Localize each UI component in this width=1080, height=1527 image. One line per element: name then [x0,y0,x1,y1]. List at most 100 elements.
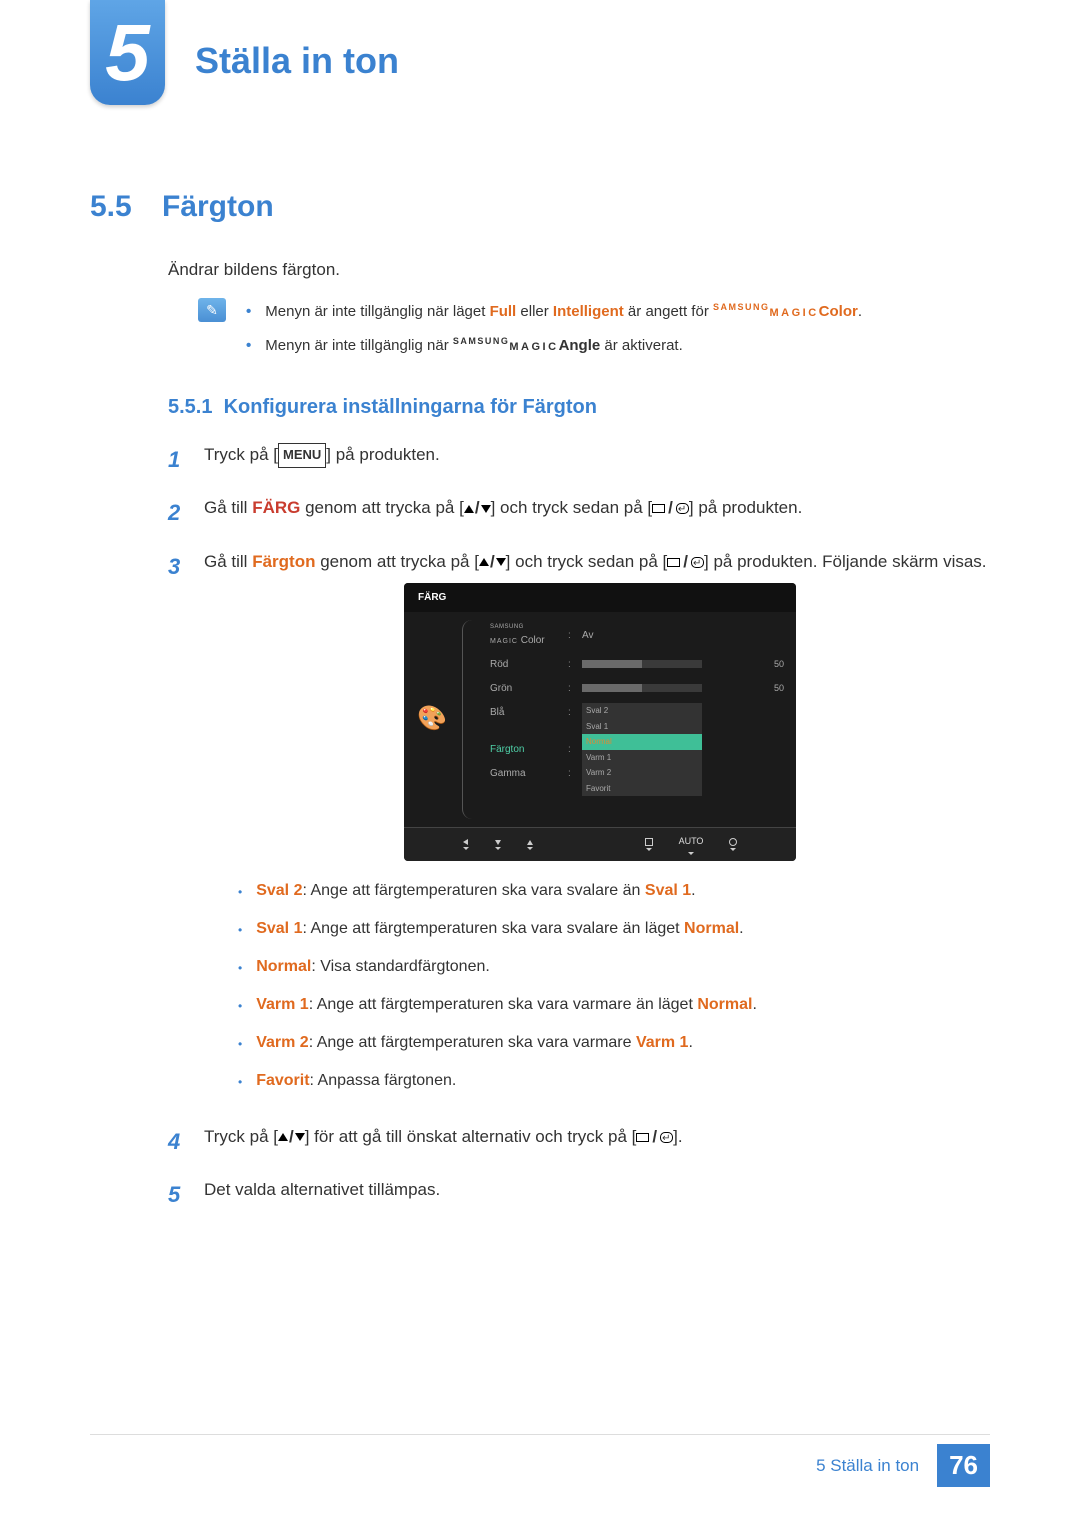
step-text: Det valda alternativet tillämpas. [204,1176,440,1213]
option-text: : Ange att färgtemperaturen ska vara var… [309,1034,636,1051]
note-text: . [858,303,862,320]
keyword-angle: Angle [559,337,601,354]
note-item: • Menyn är inte tillgänglig när läget Fu… [246,300,862,324]
osd-value: 50 [774,681,784,696]
keyword-color: Color [819,303,858,320]
enter-icon: / [667,548,704,577]
step-number: 5 [168,1176,188,1213]
step-text: ] och tryck sedan på [ [491,498,653,517]
option-item: •Varm 1: Ange att färgtemperaturen ska v… [238,993,987,1017]
option-ref: Normal [684,920,739,937]
step-text: genom att trycka på [ [300,498,463,517]
option-item: •Sval 2: Ange att färgtemperaturen ska v… [238,879,987,903]
note-text: Menyn är inte tillgänglig när läget [265,303,489,320]
osd-auto-label: AUTO [679,834,704,854]
osd-brand: SAMSUNG [490,622,560,632]
osd-option: Sval 1 [582,719,702,735]
section-title: Färgton [162,190,274,223]
note-text: eller [516,303,553,320]
note-block: ✎ • Menyn är inte tillgänglig när läget … [198,300,990,368]
option-text: : Ange att färgtemperaturen ska vara sva… [302,920,684,937]
osd-slider [582,684,702,692]
osd-source-icon [645,838,653,851]
osd-nav-up-icon [527,840,533,850]
step-2: 2 Gå till FÄRG genom att trycka på [/] o… [168,494,990,531]
note-text: är angett för [624,303,713,320]
option-item: •Varm 2: Ange att färgtemperaturen ska v… [238,1031,987,1055]
menu-button-label: MENU [278,443,326,467]
chapter-number-badge: 5 [90,0,165,105]
osd-label-text: Blå [490,704,560,721]
bullet-dot: • [246,334,251,358]
osd-label-text: Grön [490,680,560,697]
option-name: Varm 1 [256,996,308,1013]
enter-icon: / [636,1123,673,1152]
brand-samsung: SAMSUNG [713,302,770,312]
option-text: : Anpassa färgtonen. [310,1072,457,1089]
osd-option: Sval 2 [582,703,702,719]
step-number: 2 [168,494,188,531]
option-item: •Sval 1: Ange att färgtemperaturen ska v… [238,917,987,941]
step-text: ] på produkten. [689,498,802,517]
step-text: Gå till [204,498,252,517]
keyword-intelligent: Intelligent [553,303,624,320]
step-text: genom att trycka på [ [315,552,478,571]
note-item: • Menyn är inte tillgänglig när SAMSUNGM… [246,334,862,358]
osd-power-icon [729,838,737,851]
up-down-icon: / [479,548,506,577]
osd-label-highlighted: Färgton [490,741,560,758]
palette-icon: 🎨 [417,705,447,735]
note-icon: ✎ [198,298,226,322]
option-name: Favorit [256,1072,309,1089]
chapter-title: Ställa in ton [195,40,399,82]
osd-row-green: Grön : 50 [490,680,784,697]
up-down-icon: / [278,1123,305,1152]
step-text: Tryck på [ [204,1127,278,1146]
step-text: ] på produkten. [326,445,439,464]
osd-screenshot: FÄRG 🎨 SAMSUNGMAGIC Color : [404,583,796,861]
osd-label-text: Gamma [490,765,560,782]
osd-label-text: Röd [490,656,560,673]
osd-title: FÄRG [404,583,796,612]
step-number: 1 [168,441,188,478]
option-name: Sval 1 [256,920,302,937]
bullet-dot: • [246,300,251,324]
footer-chapter-ref: 5 Ställa in ton [816,1456,919,1476]
option-ref: Varm 1 [636,1034,688,1051]
step-3: 3 Gå till Färgton genom att trycka på [/… [168,548,990,1107]
footer-rule [90,1434,990,1435]
page-number: 76 [937,1444,990,1487]
step-1: 1 Tryck på [MENU] på produkten. [168,441,990,478]
step-text: ] för att gå till önskat alternativ och … [305,1127,637,1146]
section-intro: Ändrar bildens färgton. [168,260,990,280]
osd-slider [582,660,702,668]
brand-samsung: SAMSUNG [453,336,510,346]
note-text: Menyn är inte tillgänglig när [265,337,453,354]
step-text: ] och tryck sedan på [ [506,552,668,571]
option-name: Normal [256,958,311,975]
osd-row-tone: Färgton : [490,741,784,758]
option-text: : Ange att färgtemperaturen ska vara var… [309,996,698,1013]
option-ref: Sval 1 [645,882,691,899]
osd-label-text: Color [518,635,545,646]
step-text: ] på produkten. Följande skärm visas. [704,552,987,571]
osd-value: 50 [774,657,784,672]
osd-row-red: Röd : 50 [490,656,784,673]
step-text: ]. [673,1127,682,1146]
osd-row-gamma: Gamma : [490,765,784,782]
keyword-full: Full [490,303,517,320]
brand-magic: MAGIC [509,341,558,353]
step-text: Tryck på [ [204,445,278,464]
osd-row-magic-color: SAMSUNGMAGIC Color : Av [490,622,784,649]
step-4: 4 Tryck på [/] för att gå till önskat al… [168,1123,990,1160]
subsection-number: 5.5.1 [168,396,212,418]
option-item: •Favorit: Anpassa färgtonen. [238,1069,987,1093]
step-5: 5 Det valda alternativet tillämpas. [168,1176,990,1213]
option-name: Varm 2 [256,1034,308,1051]
osd-nav-left-icon [463,839,469,850]
osd-value: Av [582,627,594,644]
section-number: 5.5 [90,190,162,224]
osd-magic: MAGIC [490,638,518,645]
step-number: 3 [168,548,188,1107]
osd-nav-down-icon [495,840,501,850]
